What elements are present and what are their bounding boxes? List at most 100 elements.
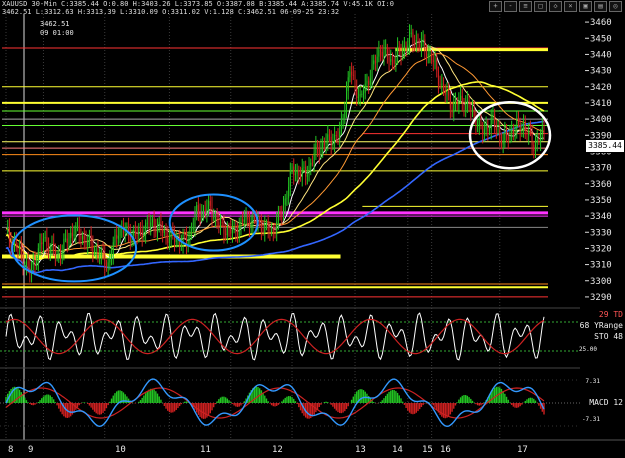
candle-body <box>199 213 201 218</box>
candle-body <box>516 120 518 130</box>
candle-body <box>449 95 451 109</box>
x-tick-label: 12 <box>272 445 283 455</box>
candle-body <box>521 129 523 132</box>
candle-body <box>381 51 383 57</box>
candle-body <box>451 108 453 113</box>
candle-body <box>468 100 470 108</box>
candle-body <box>180 243 182 246</box>
candle-body <box>136 234 138 236</box>
zoom-in-button[interactable]: + <box>489 0 502 12</box>
candle-body <box>497 129 499 131</box>
candle-body <box>507 136 509 140</box>
candle-body <box>318 149 320 155</box>
candle-body <box>250 224 252 229</box>
zoom-out-button[interactable]: - <box>504 0 517 12</box>
candle-body <box>526 130 528 136</box>
candle-body <box>162 230 164 233</box>
candle-body <box>410 32 412 34</box>
candle-body <box>209 200 211 206</box>
candle-body <box>533 144 535 152</box>
candle-body <box>201 211 203 218</box>
candle-body <box>460 95 462 101</box>
close-button[interactable]: × <box>564 0 577 12</box>
candle-body <box>76 225 79 227</box>
y-tick-label: 3340 <box>590 212 612 222</box>
last-price-box: 3385.44 <box>585 139 625 153</box>
candle-body <box>48 245 50 254</box>
candle-body <box>267 222 269 232</box>
candle-body <box>24 265 26 267</box>
x-axis: 8 9 10 11 12 13 14 15 16 17 <box>0 439 625 455</box>
candle-body <box>153 219 155 229</box>
window-button[interactable]: □ <box>534 0 547 12</box>
candle-body <box>206 208 208 214</box>
candle-body <box>317 143 319 150</box>
price-chart[interactable]: 3290330033103320333033403350336033703380… <box>0 0 625 458</box>
candle-body <box>277 211 279 222</box>
candle-body <box>80 235 82 240</box>
candle-body <box>56 254 58 257</box>
x-tick-label: 9 <box>28 445 33 455</box>
candle-body <box>368 80 370 85</box>
candle-body <box>473 108 475 116</box>
stoch-level-low: 25.00 <box>578 346 597 353</box>
candle-body <box>293 166 295 176</box>
x-tick-label: 17 <box>517 445 528 455</box>
y-tick-label: 3310 <box>590 261 612 271</box>
candle-body <box>388 56 390 62</box>
candle-body <box>536 139 538 143</box>
candle-body <box>439 84 441 86</box>
horizontal-levels <box>2 47 548 298</box>
candle-body <box>104 254 106 267</box>
menu-button[interactable]: ≡ <box>519 0 532 12</box>
candle-body <box>403 45 405 51</box>
candle-body <box>463 102 465 110</box>
candle-body <box>490 118 492 130</box>
panel-button[interactable]: ▤ <box>594 0 607 12</box>
candle-body <box>22 254 24 267</box>
candle-body <box>454 100 456 103</box>
candle-body <box>220 221 222 226</box>
stoch-label-range: 68 YRange <box>579 321 623 330</box>
candle-body <box>386 47 388 57</box>
stochastic-panel <box>0 307 580 361</box>
candle-body <box>191 229 193 231</box>
candle-body <box>397 46 399 57</box>
candle-body <box>111 255 113 260</box>
candle-body <box>259 220 261 222</box>
candle-body <box>83 235 85 240</box>
candle-body <box>471 108 474 112</box>
candle-body <box>36 262 38 266</box>
candle-body <box>466 100 468 104</box>
candle-body <box>240 219 242 227</box>
candle-body <box>49 247 51 254</box>
ohlc-line: 3462.51 L:3312.63 H:3313.39 L:3310.09 O:… <box>2 8 340 16</box>
candle-body <box>448 91 450 96</box>
candle-body <box>419 43 421 48</box>
candle-body <box>44 237 46 239</box>
candle-body <box>225 233 227 236</box>
y-tick-label: 3300 <box>590 277 612 287</box>
candle-body <box>480 119 482 126</box>
candle-body <box>168 237 170 243</box>
candle-body <box>281 214 283 217</box>
layout-button[interactable]: ▣ <box>579 0 592 12</box>
candle-body <box>335 134 337 136</box>
candle-body <box>434 60 436 62</box>
candle-body <box>391 59 393 61</box>
candle-body <box>117 235 119 239</box>
settings-button[interactable]: ◎ <box>609 0 622 12</box>
candle-body <box>134 230 136 235</box>
candle-body <box>271 229 273 232</box>
candle-body <box>531 131 533 145</box>
candle-body <box>70 232 72 238</box>
candle-body <box>470 107 472 112</box>
draw-tool-button[interactable]: ◇ <box>549 0 562 12</box>
candle-body <box>405 45 407 49</box>
candle-body <box>306 175 308 177</box>
candle-body <box>238 226 240 236</box>
candle-body <box>53 243 55 252</box>
candle-body <box>196 205 198 215</box>
candle-body <box>315 143 317 154</box>
candle-body <box>393 60 395 64</box>
